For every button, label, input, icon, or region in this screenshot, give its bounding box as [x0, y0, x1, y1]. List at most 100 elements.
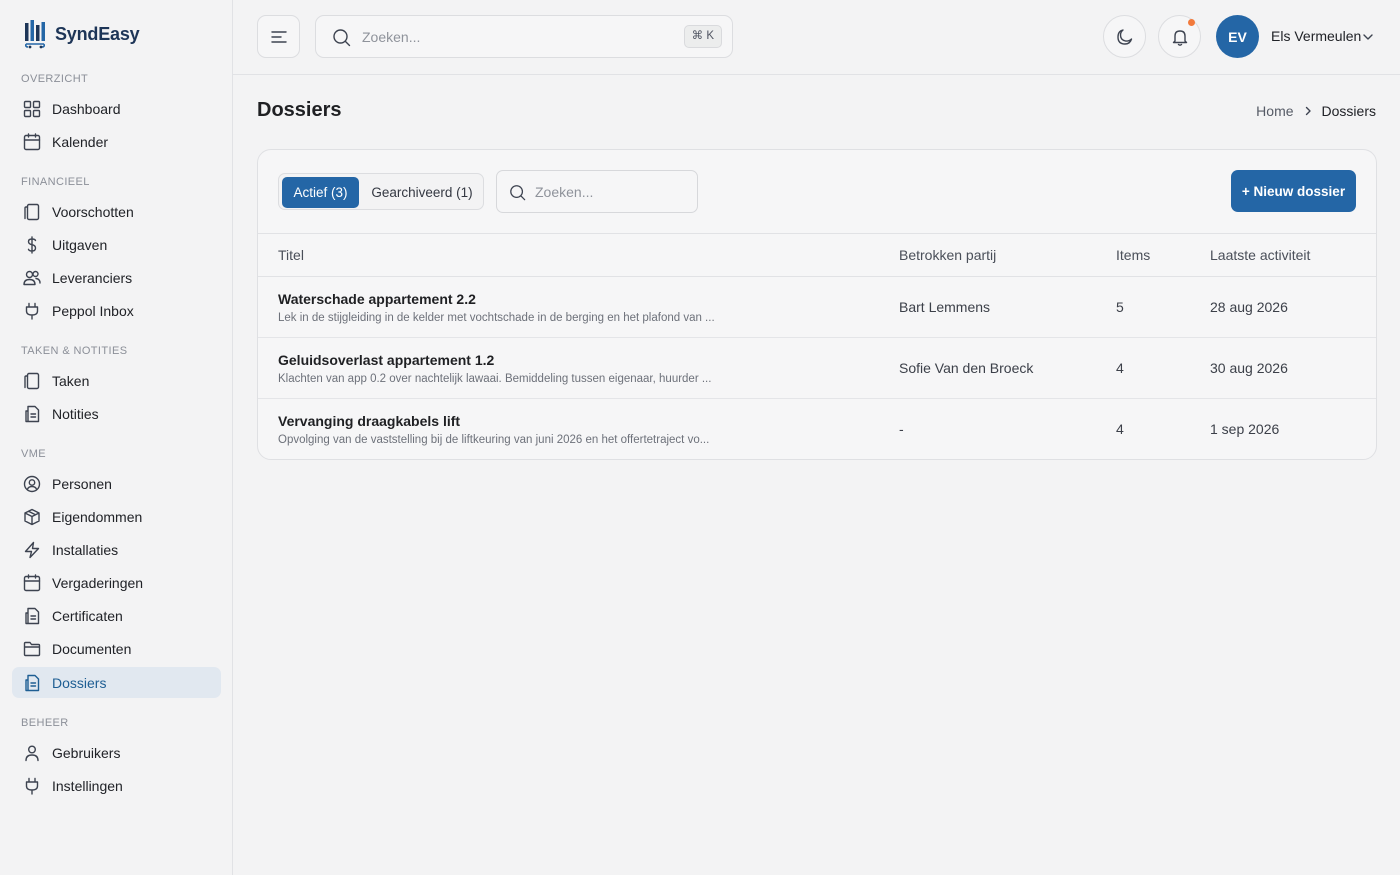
table-row[interactable]: Vervanging draagkabels lift Opvolging va…: [258, 399, 1376, 459]
sidebar-item-label: Peppol Inbox: [52, 302, 134, 319]
search-icon: [510, 185, 526, 201]
dossier-description: Klachten van app 0.2 over nachtelijk law…: [278, 373, 712, 385]
table-header: Titel Betrokken partij Items Laatste act…: [258, 233, 1376, 277]
sidebar-item-personen[interactable]: Personen: [12, 468, 221, 499]
folder-icon: [23, 641, 41, 657]
calendar-icon: [23, 133, 41, 151]
dossier-items: 4: [1116, 421, 1124, 437]
sidebar-item-label: Taken: [52, 372, 90, 389]
global-search[interactable]: ⌘ K: [315, 15, 733, 58]
sidebar-item-peppol-inbox[interactable]: Peppol Inbox: [12, 295, 221, 326]
document-icon: [25, 607, 40, 625]
sidebar-item-label: Installaties: [52, 541, 119, 558]
tab-gearchiveerd[interactable]: Gearchiveerd (1): [363, 177, 481, 208]
sidebar-item-taken[interactable]: Taken: [12, 365, 221, 396]
sidebar-item-documenten[interactable]: Documenten: [12, 633, 221, 664]
dossier-party: Sofie Van den Broeck: [899, 360, 1034, 376]
search-icon: [333, 29, 351, 47]
bolt-icon: [24, 541, 40, 559]
sidebar-item-label: Notities: [52, 405, 99, 422]
nav-section-vme: VME: [21, 448, 47, 460]
dossier-description: Opvolging van de vaststelling bij de lif…: [278, 434, 710, 446]
bell-icon: [1172, 29, 1187, 46]
column-header-activity: Laatste activiteit: [1210, 247, 1311, 263]
sidebar-item-label: Certificaten: [52, 607, 123, 624]
sidebar-item-certificaten[interactable]: Certificaten: [12, 600, 221, 631]
sidebar-item-label: Dossiers: [52, 674, 107, 691]
copy-icon: [24, 203, 40, 221]
column-header-title: Titel: [278, 247, 304, 263]
nav-section-taken-notities: TAKEN & NOTITIES: [21, 345, 128, 357]
dossier-activity: 30 aug 2026: [1210, 360, 1288, 376]
nav-section-beheer: BEHEER: [21, 717, 69, 729]
sidebar-item-label: Vergaderingen: [52, 574, 144, 591]
sidebar-item-label: Kalender: [52, 133, 109, 150]
table-row[interactable]: Geluidsoverlast appartement 1.2 Klachten…: [258, 338, 1376, 399]
plug-icon: [25, 777, 39, 795]
sidebar-item-eigendommen[interactable]: Eigendommen: [12, 501, 221, 532]
menu-icon: [270, 30, 287, 43]
dossier-party: Bart Lemmens: [899, 299, 991, 315]
sidebar-item-label: Instellingen: [52, 777, 123, 794]
sidebar-item-label: Gebruikers: [52, 744, 121, 761]
dossier-party: -: [899, 421, 904, 437]
dossier-title: Waterschade appartement 2.2: [278, 291, 476, 307]
new-dossier-button[interactable]: + Nieuw dossier: [1231, 170, 1356, 212]
dollar-icon: [27, 236, 37, 254]
box-icon: [24, 508, 40, 526]
sidebar-item-label: Eigendommen: [52, 508, 143, 525]
dossier-items: 4: [1116, 360, 1124, 376]
sidebar-item-label: Personen: [52, 475, 112, 492]
status-tabs: Actief (3) Gearchiveerd (1): [278, 173, 484, 210]
dashboard-icon: [23, 100, 41, 118]
nav-section-overzicht: OVERZICHT: [21, 73, 89, 85]
sidebar-item-installaties[interactable]: Installaties: [12, 534, 221, 565]
sidebar-item-voorschotten[interactable]: Voorschotten: [12, 196, 221, 227]
dossier-search[interactable]: [496, 170, 698, 213]
plug-icon: [25, 302, 39, 320]
chevron-down-icon[interactable]: [1361, 30, 1375, 44]
breadcrumb-current: Dossiers: [1321, 103, 1376, 119]
sidebar-item-dashboard[interactable]: Dashboard: [12, 93, 221, 124]
copy-icon: [24, 372, 40, 390]
menu-toggle-button[interactable]: [257, 15, 300, 58]
table-row[interactable]: Waterschade appartement 2.2 Lek in de st…: [258, 277, 1376, 338]
moon-icon: [1116, 28, 1132, 45]
user-avatar[interactable]: EV: [1216, 15, 1259, 58]
sidebar-item-gebruikers[interactable]: Gebruikers: [12, 737, 221, 768]
search-shortcut: ⌘ K: [683, 25, 722, 48]
breadcrumb: Home Dossiers: [1256, 103, 1376, 119]
calendar-icon: [23, 574, 41, 592]
dossier-items: 5: [1116, 299, 1124, 315]
dossier-search-input[interactable]: [535, 181, 685, 203]
topbar: ⌘ K EV Els Vermeulen: [233, 0, 1400, 75]
notifications-button[interactable]: [1158, 15, 1201, 58]
theme-toggle-button[interactable]: [1103, 15, 1146, 58]
sidebar-item-leveranciers[interactable]: Leveranciers: [12, 262, 221, 293]
global-search-input[interactable]: [362, 26, 672, 48]
logo-icon: [24, 20, 46, 49]
dossier-title: Vervanging draagkabels lift: [278, 413, 461, 429]
column-header-party: Betrokken partij: [899, 247, 997, 263]
users-icon: [23, 270, 41, 286]
dossier-activity: 1 sep 2026: [1210, 421, 1280, 437]
sidebar-item-kalender[interactable]: Kalender: [12, 126, 221, 157]
tab-actief[interactable]: Actief (3): [282, 177, 359, 208]
app-logo[interactable]: SyndEasy: [24, 19, 140, 49]
sidebar-item-vergaderingen[interactable]: Vergaderingen: [12, 567, 221, 598]
user-name[interactable]: Els Vermeulen: [1271, 28, 1361, 44]
sidebar-item-notities[interactable]: Notities: [12, 398, 221, 429]
person-circle-icon: [23, 475, 41, 493]
sidebar-item-instellingen[interactable]: Instellingen: [12, 770, 221, 801]
dossier-activity: 28 aug 2026: [1210, 299, 1288, 315]
dossier-description: Lek in de stijgleiding in de kelder met …: [278, 312, 715, 324]
dossiers-card: Actief (3) Gearchiveerd (1) + Nieuw doss…: [257, 149, 1377, 460]
chevron-right-icon: [1305, 106, 1311, 116]
sidebar-item-uitgaven[interactable]: Uitgaven: [12, 229, 221, 260]
sidebar-item-label: Voorschotten: [52, 203, 134, 220]
breadcrumb-home[interactable]: Home: [1256, 103, 1293, 119]
column-header-items: Items: [1116, 247, 1151, 263]
app-name: SyndEasy: [55, 23, 140, 44]
sidebar-item-dossiers[interactable]: Dossiers: [12, 667, 221, 698]
nav-section-financieel: FINANCIEEL: [21, 176, 90, 188]
